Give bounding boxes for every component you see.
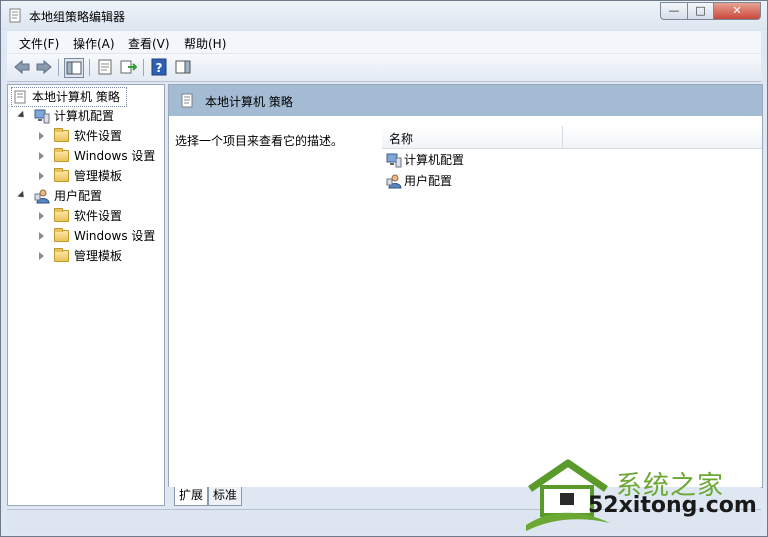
tree-node-label: 管理模板 (74, 169, 123, 183)
tree-root[interactable]: 本地计算机 策略 (11, 87, 127, 107)
folder-icon (54, 148, 69, 162)
folder-icon (54, 168, 69, 182)
expand-arrow-icon[interactable] (39, 132, 44, 140)
expand-arrow-icon[interactable] (39, 252, 44, 260)
menu-file[interactable]: 文件(F) (19, 35, 59, 52)
help-icon[interactable]: ? (150, 58, 168, 76)
folder-icon (54, 228, 69, 242)
folder-icon (54, 208, 69, 222)
details-title: 本地计算机 策略 (205, 95, 293, 109)
show-hide-tree-icon[interactable] (64, 58, 84, 78)
tab-extended[interactable]: 扩展 (174, 487, 209, 506)
collapse-arrow-icon[interactable] (17, 190, 27, 201)
tree-node-software-settings[interactable]: 软件设置 (36, 207, 161, 225)
list-item-label: 用户配置 (404, 174, 453, 188)
computer-icon (386, 153, 402, 168)
policy-document-icon (9, 8, 21, 23)
tree-node-label: 用户配置 (54, 189, 103, 203)
watermark-url: 52xitong.com (588, 493, 757, 518)
folder-icon (54, 128, 69, 142)
console-tree: 本地计算机 策略 计算机配置 软件设置 Windows 设置 管理模板 用户配置… (7, 84, 165, 506)
watermark-logo: 系统之家 52xitong.com (520, 455, 768, 537)
tree-node-windows-settings[interactable]: Windows 设置 (36, 147, 161, 165)
toolbar-separator (143, 59, 144, 76)
tree-root-label: 本地计算机 策略 (32, 90, 120, 104)
menu-action[interactable]: 操作(A) (73, 35, 115, 52)
tree-node-windows-settings[interactable]: Windows 设置 (36, 227, 161, 245)
menu-help[interactable]: 帮助(H) (184, 35, 226, 52)
tree-node-label: 软件设置 (74, 129, 123, 143)
details-pane: 本地计算机 策略 选择一个项目来查看它的描述。 名称 计算机配置 用户配置 (168, 84, 763, 488)
title-bar: 本地组策略编辑器 — □ ✕ (1, 1, 767, 31)
show-hide-action-pane-icon[interactable] (174, 58, 192, 76)
tree-node-user-config[interactable]: 用户配置 (16, 187, 161, 205)
user-icon (386, 174, 402, 189)
export-icon[interactable] (119, 58, 137, 76)
svg-text:?: ? (156, 61, 163, 75)
policy-document-icon (14, 90, 26, 104)
user-icon (34, 189, 50, 204)
tree-node-label: 管理模板 (74, 249, 123, 263)
tree-node-computer-config[interactable]: 计算机配置 (16, 107, 161, 125)
minimize-button[interactable]: — (660, 2, 688, 20)
column-header-label: 名称 (389, 132, 414, 146)
tree-node-admin-templates[interactable]: 管理模板 (36, 167, 161, 185)
expand-arrow-icon[interactable] (39, 212, 44, 220)
properties-icon[interactable] (96, 58, 114, 76)
tree-node-admin-templates[interactable]: 管理模板 (36, 247, 161, 265)
column-header-name[interactable]: 名称 (382, 126, 762, 149)
expand-arrow-icon[interactable] (39, 172, 44, 180)
menu-view[interactable]: 查看(V) (128, 35, 170, 52)
computer-icon (34, 109, 50, 124)
tree-node-label: 计算机配置 (54, 109, 115, 123)
maximize-button[interactable]: □ (687, 2, 714, 20)
collapse-arrow-icon[interactable] (17, 110, 27, 121)
tree-node-software-settings[interactable]: 软件设置 (36, 127, 161, 145)
forward-icon[interactable] (35, 58, 53, 76)
toolbar-separator (89, 59, 90, 76)
back-icon[interactable] (13, 58, 31, 76)
column-separator[interactable] (562, 126, 563, 148)
tree-node-label: 软件设置 (74, 209, 123, 223)
item-description: 选择一个项目来查看它的描述。 (175, 134, 344, 148)
details-header: 本地计算机 策略 (169, 85, 762, 116)
expand-arrow-icon[interactable] (39, 232, 44, 240)
menu-bar: 文件(F) 操作(A) 查看(V) 帮助(H) (7, 31, 761, 53)
window-title: 本地组策略编辑器 (29, 10, 126, 24)
expand-arrow-icon[interactable] (39, 152, 44, 160)
toolbar: ? (7, 54, 761, 82)
list-item-label: 计算机配置 (404, 153, 465, 167)
folder-icon (54, 248, 69, 262)
tree-node-label: Windows 设置 (74, 229, 156, 243)
close-button[interactable]: ✕ (713, 2, 761, 20)
toolbar-separator (58, 59, 59, 76)
tab-standard[interactable]: 标准 (208, 487, 243, 506)
tree-node-label: Windows 设置 (74, 149, 156, 163)
policy-document-icon (181, 93, 193, 108)
